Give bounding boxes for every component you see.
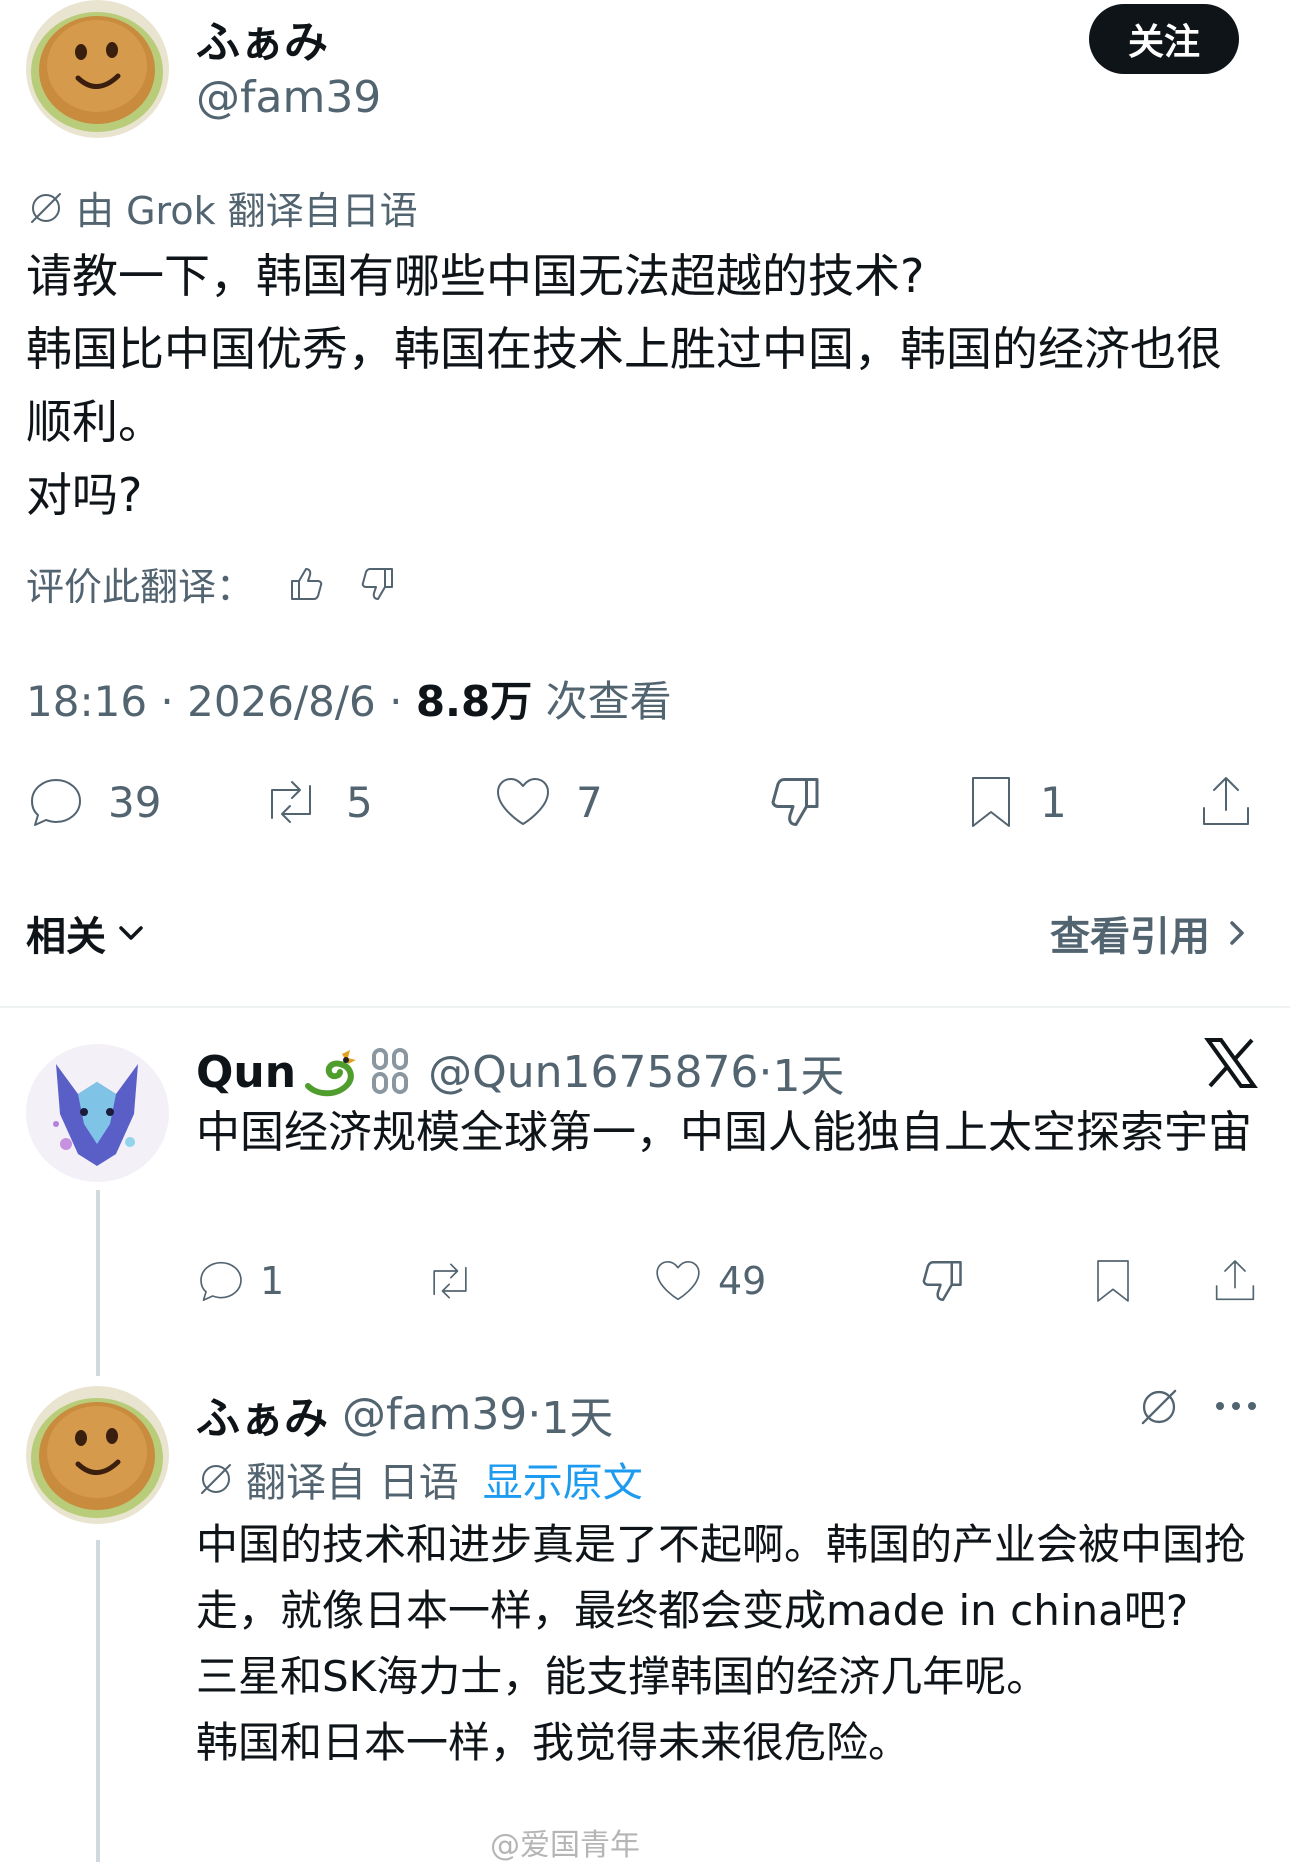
heart-icon [652,1256,704,1306]
author-avatar[interactable] [26,0,169,138]
post-text: 请教一下，韩国有哪些中国无法超越的技术? 韩国比中国优秀，韩国在技术上胜过中国，… [26,249,1222,522]
reply-count: 1 [260,1259,285,1303]
reply-display-name[interactable]: Qun [196,1047,296,1098]
repost-icon [422,1256,478,1306]
reply-action[interactable]: 39 [26,772,161,832]
reply-header: Qun @Qun1675876 · 1天 [196,1040,844,1104]
translation-note: 由 Grok 翻译自日语 [26,180,418,235]
post-time[interactable]: 18:16 [26,677,147,726]
heart-icon [492,772,554,832]
rate-translation-label: 评价此翻译： [26,565,255,609]
translation-note-text: 翻译自 日语 [246,1460,459,1506]
reply-age[interactable]: 1天 [772,1040,844,1104]
reply-icon [26,772,86,832]
author-display-name[interactable]: ふぁみ [196,6,328,70]
reply-text: 中国的技术和进步真是了不起啊。韩国的产业会被中国抢走，就像日本一样，最终都会变成… [196,1520,1247,1767]
thumbs-down-icon [918,1256,968,1306]
bookmark-action[interactable]: 1 [964,772,1067,832]
x-logo-icon [1204,1036,1258,1090]
translate-icon [196,1459,236,1499]
like-count: 49 [718,1259,767,1303]
share-icon [1210,1256,1260,1306]
repost-icon [258,772,324,832]
view-quotes-label: 查看引用 [1050,914,1210,960]
share-icon [1196,772,1256,832]
thumbs-up-icon[interactable] [286,564,326,604]
thumbs-down-icon [766,772,826,832]
chevron-right-icon [1224,916,1250,950]
post-date[interactable]: 2026/8/6 [187,677,376,726]
author-handle[interactable]: @fam39 [196,72,381,123]
reply-icon [196,1256,246,1306]
reply-age[interactable]: 1天 [541,1382,613,1446]
thread-line [96,1540,100,1862]
more-options-icon[interactable] [1214,1394,1258,1418]
views-count: 8.8万 [415,677,533,726]
rate-translation: 评价此翻译： [26,556,398,611]
reply-handle[interactable]: @Qun1675876 [428,1047,758,1098]
like-action[interactable]: 7 [492,772,603,832]
dislike-action[interactable] [918,1256,968,1306]
view-quotes-link[interactable]: 查看引用 [1050,904,1250,962]
repost-action[interactable]: 5 [258,772,373,832]
like-count: 7 [576,777,603,827]
reply-display-name[interactable]: ふぁみ [196,1382,328,1446]
watermark: @爱国青年 [490,1828,640,1863]
share-action[interactable] [1196,772,1256,832]
bookmark-icon [964,772,1018,832]
bookmark-icon [1090,1256,1136,1306]
show-original-link[interactable]: 显示原文 [483,1450,643,1508]
translation-note: 翻译自 日语 显示原文 [196,1450,643,1508]
grok-translate-icon[interactable] [1136,1384,1182,1430]
share-action[interactable] [1210,1256,1260,1306]
follow-button[interactable]: 关注 [1089,4,1239,74]
dragon-emoji-icon [302,1046,360,1098]
post-meta: 18:16 · 2026/8/6 · 8.8万 次查看 [26,677,672,726]
thread-line [96,1190,100,1376]
bookmark-action[interactable] [1090,1256,1136,1306]
reply-header: ふぁみ @fam39 · 1天 [196,1382,613,1446]
related-label: 相关 [26,914,106,960]
reply-avatar[interactable] [26,1386,169,1524]
views-label: 次查看 [545,677,672,726]
repost-action[interactable] [422,1256,478,1306]
translate-icon [26,188,66,228]
dislike-action[interactable] [766,772,826,832]
related-toggle[interactable]: 相关 [26,904,148,962]
reply-avatar[interactable] [26,1044,169,1182]
bookmark-count: 1 [1040,777,1067,827]
reply-count: 39 [108,777,162,827]
like-action[interactable]: 49 [652,1256,766,1306]
chain-emoji-icon [368,1046,412,1098]
thumbs-down-icon[interactable] [358,564,398,604]
section-divider [0,1006,1290,1008]
repost-count: 5 [346,777,373,827]
translation-note-text: 由 Grok 翻译自日语 [76,189,418,233]
reply-handle[interactable]: @fam39 [342,1389,527,1440]
reply-action[interactable]: 1 [196,1256,284,1306]
reply-text: 中国经济规模全球第一，中国人能独自上太空探索宇宙 [196,1107,1252,1158]
chevron-down-icon [114,916,148,950]
